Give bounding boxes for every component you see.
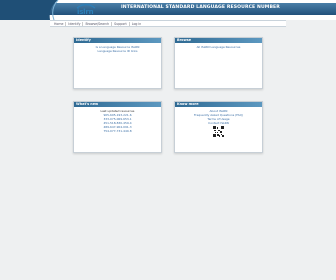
whats-new-resource-link[interactable]: 754-077-731-440-8 (74, 129, 161, 133)
qr-code-icon (213, 126, 224, 138)
whats-new-panel: What's new Last updated resources 905-69… (73, 101, 162, 153)
logo-text: islrn (77, 8, 94, 16)
header-swoosh-graphic (0, 0, 59, 20)
site-title: INTERNATIONAL STANDARD LANGUAGE RESOURCE… (121, 5, 280, 10)
identify-link-resource-id[interactable]: Language Resource ID links (74, 49, 161, 53)
nav-item-home[interactable]: Home (52, 21, 67, 26)
nav-item-log-in[interactable]: Log in (130, 22, 144, 26)
islrn-logo[interactable]: islrn (73, 2, 99, 18)
site-header: islrn INTERNATIONAL STANDARD LANGUAGE RE… (0, 0, 336, 20)
browse-link-all-resources[interactable]: All ISLRN Language Resources (175, 45, 262, 49)
main-nav: Home Identify Browse/Search Support Log … (50, 20, 286, 27)
identify-panel: Identify Is a Language Resource ISLRN La… (73, 37, 162, 89)
nav-item-support[interactable]: Support (112, 21, 130, 26)
nav-item-browse-search[interactable]: Browse/Search (83, 21, 113, 26)
know-more-link-contact[interactable]: Contact ISLRN (175, 121, 262, 125)
nav-item-identify[interactable]: Identify (66, 21, 84, 26)
know-more-panel: Know more About ISLRN Frequently Asked Q… (174, 101, 263, 153)
browse-panel: Browse All ISLRN Language Resources (174, 37, 263, 89)
